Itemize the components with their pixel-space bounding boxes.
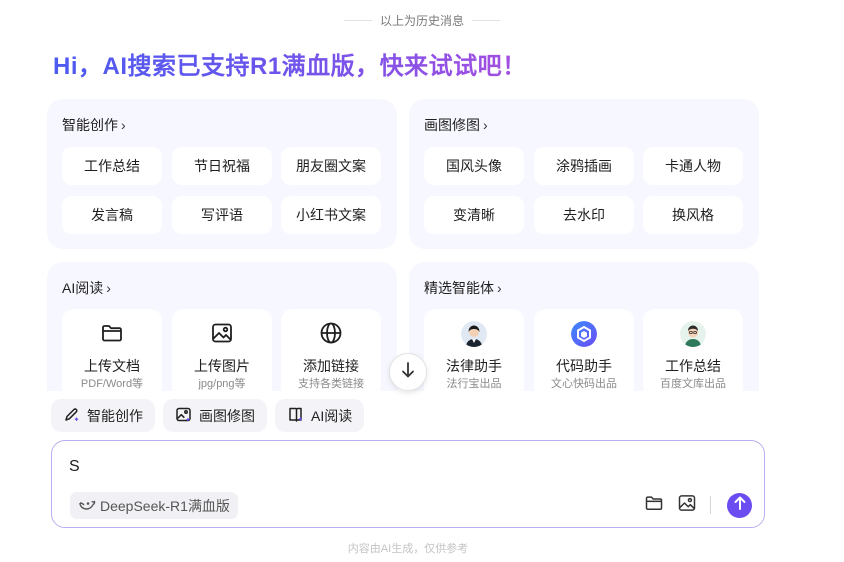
chip-drawing-5[interactable]: 换风格: [643, 196, 743, 234]
model-selector[interactable]: DeepSeek-R1满血版: [70, 492, 238, 519]
chat-input-text[interactable]: S: [69, 458, 80, 476]
divider-line-left: [343, 19, 372, 21]
chip-drawing-3[interactable]: 变清晰: [424, 196, 524, 234]
tile-sublabel: jpg/png等: [198, 378, 246, 390]
card-creation-title-label: 智能创作: [62, 117, 118, 133]
card-creation-title[interactable]: 智能创作 ›: [62, 115, 126, 135]
pen-sparkle-icon: [63, 406, 80, 426]
chip-creation-4[interactable]: 写评语: [172, 196, 272, 234]
chip-creation-2[interactable]: 朋友圈文案: [281, 147, 381, 185]
tile-agent-code[interactable]: 代码助手 文心快码出品: [534, 309, 634, 391]
card-reading-title-label: AI阅读: [62, 280, 104, 296]
chevron-right-icon: ›: [483, 117, 488, 133]
card-drawing: 画图修图 › 国风头像 涂鸦插画 卡通人物 变清晰 去水印 换风格: [409, 99, 759, 249]
card-drawing-title[interactable]: 画图修图 ›: [424, 115, 488, 135]
globe-icon: [281, 321, 381, 347]
toolbar-divider: [710, 496, 711, 514]
tile-upload-image[interactable]: 上传图片 jpg/png等: [172, 309, 272, 391]
image-icon: [172, 321, 272, 347]
tile-label: 法律助手: [446, 358, 502, 374]
send-button[interactable]: [727, 493, 752, 518]
chip-drawing-1[interactable]: 涂鸦插画: [534, 147, 634, 185]
folder-icon: [644, 493, 664, 518]
chevron-right-icon: ›: [121, 117, 126, 133]
quick-action-drawing[interactable]: 画图修图: [163, 399, 267, 432]
arrow-down-icon: [400, 361, 416, 384]
quick-action-creation[interactable]: 智能创作: [51, 399, 155, 432]
code-assistant-icon: [571, 321, 597, 347]
tile-sublabel: 法行宝出品: [446, 378, 502, 390]
image-icon: [677, 493, 697, 518]
card-agents-title[interactable]: 精选智能体 ›: [424, 278, 502, 298]
whale-logo-icon: [78, 497, 96, 514]
tile-sublabel: 支持各类链接: [298, 378, 364, 390]
card-agents: 精选智能体 › 法律助手 法行宝出品 代码助手 文心快码出品 工作总结 百度文库…: [409, 262, 759, 391]
attach-image-button[interactable]: [676, 494, 698, 516]
arrow-up-icon: [734, 496, 746, 515]
tile-label: 上传文档: [84, 358, 140, 374]
tile-add-link[interactable]: 添加链接 支持各类链接: [281, 309, 381, 391]
chip-creation-1[interactable]: 节日祝福: [172, 147, 272, 185]
model-label: DeepSeek-R1满血版: [100, 497, 230, 514]
attach-file-button[interactable]: [643, 494, 665, 516]
card-reading-title[interactable]: AI阅读 ›: [62, 278, 111, 298]
history-divider: 以上为历史消息: [0, 12, 844, 28]
quick-action-reading[interactable]: AI阅读: [275, 399, 365, 432]
tile-upload-document[interactable]: 上传文档 PDF/Word等: [62, 309, 162, 391]
card-drawing-title-label: 画图修图: [424, 117, 480, 133]
card-creation: 智能创作 › 工作总结 节日祝福 朋友圈文案 发言稿 写评语 小红书文案: [47, 99, 397, 249]
chip-drawing-4[interactable]: 去水印: [534, 196, 634, 234]
chip-creation-0[interactable]: 工作总结: [62, 147, 162, 185]
chevron-right-icon: ›: [497, 280, 502, 296]
tile-label: 上传图片: [194, 358, 250, 374]
tile-label: 添加链接: [303, 358, 359, 374]
image-edit-icon: [175, 406, 192, 426]
tile-label: 工作总结: [665, 358, 721, 374]
greeting-headline: Hi，AI搜索已支持R1满血版，快来试试吧！: [53, 46, 527, 81]
lawyer-avatar-icon: [461, 321, 487, 347]
chip-drawing-0[interactable]: 国风头像: [424, 147, 524, 185]
tile-sublabel: PDF/Word等: [80, 378, 144, 390]
tile-sublabel: 文心快码出品: [551, 378, 617, 390]
scroll-to-bottom-button[interactable]: [389, 353, 427, 391]
ai-disclaimer: 内容由AI生成，仅供参考: [347, 543, 469, 555]
card-reading: AI阅读 › 上传文档 PDF/Word等 上传图片 jpg/png等 添加链接…: [47, 262, 397, 391]
tile-label: 代码助手: [556, 358, 612, 374]
chip-creation-3[interactable]: 发言稿: [62, 196, 162, 234]
chip-drawing-2[interactable]: 卡通人物: [643, 147, 743, 185]
chat-input-box[interactable]: S DeepSeek-R1满血版: [51, 440, 765, 528]
quick-action-label: 智能创作: [87, 407, 143, 424]
folder-icon: [62, 321, 162, 347]
tile-agent-legal[interactable]: 法律助手 法行宝出品: [424, 309, 524, 391]
quick-action-label: 画图修图: [199, 407, 255, 424]
tile-sublabel: 百度文库出品: [660, 378, 726, 390]
book-icon: [287, 406, 304, 426]
history-divider-label: 以上为历史消息: [379, 13, 464, 28]
chip-creation-5[interactable]: 小红书文案: [281, 196, 381, 234]
divider-line-right: [472, 19, 500, 21]
office-worker-avatar-icon: [680, 321, 706, 347]
card-agents-title-label: 精选智能体: [424, 280, 494, 296]
tile-agent-summary[interactable]: 工作总结 百度文库出品: [643, 309, 743, 391]
chevron-right-icon: ›: [106, 280, 111, 296]
quick-action-label: AI阅读: [311, 407, 353, 424]
